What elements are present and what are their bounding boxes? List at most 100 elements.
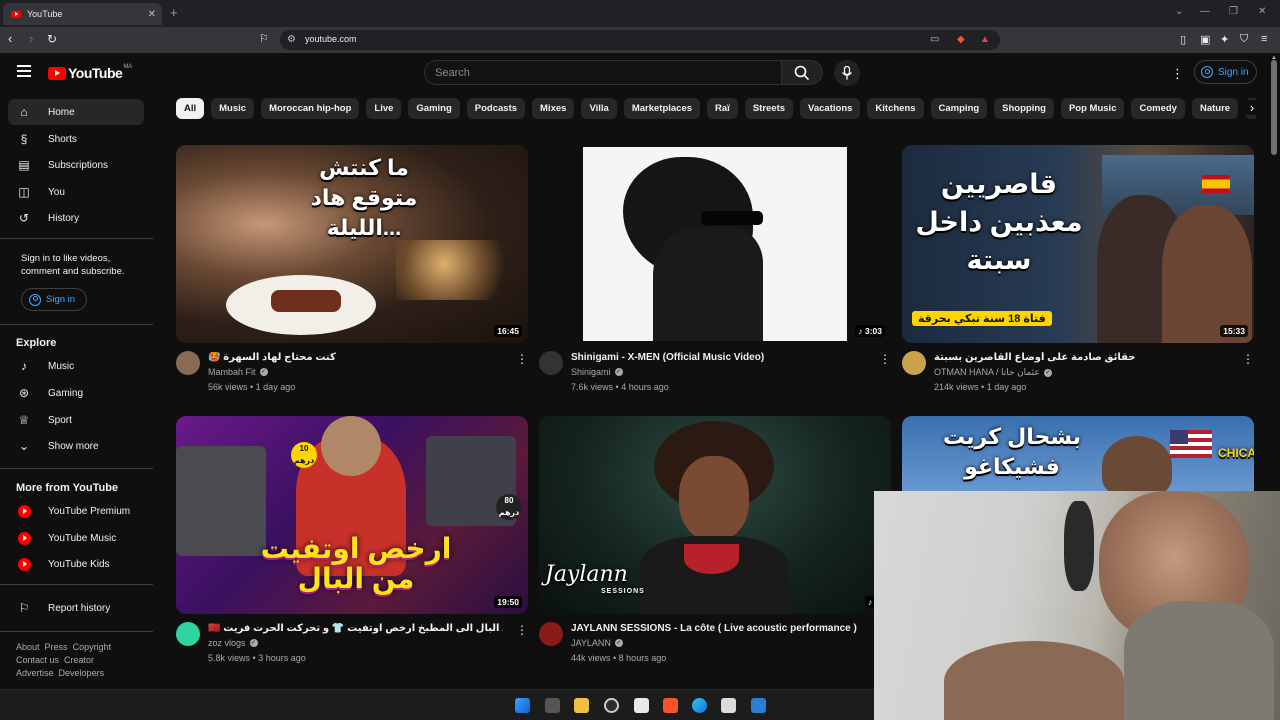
minimize-button[interactable]: — [1200, 6, 1210, 17]
video-menu-icon[interactable]: ⋮ [879, 352, 891, 366]
footer-link-copyright[interactable]: Copyright [73, 642, 112, 652]
sidebar-item-music[interactable]: ♪ Music [8, 353, 144, 379]
video-thumbnail[interactable]: ♪ 3:03 [539, 145, 891, 343]
close-window-button[interactable]: ✕ [1258, 6, 1266, 17]
wallet-icon[interactable]: ▣ [1200, 33, 1210, 46]
chip-comedy[interactable]: Comedy [1131, 98, 1185, 119]
search-button[interactable] [781, 60, 823, 85]
tab-search-icon[interactable]: ⌄ [1175, 6, 1183, 17]
mail-icon[interactable] [751, 698, 766, 713]
channel-name[interactable]: Mambah Fit ✓ [208, 367, 268, 377]
avatar[interactable] [902, 351, 926, 375]
chip-streets[interactable]: Streets [744, 98, 794, 119]
search-box[interactable] [424, 60, 782, 85]
chip-camping[interactable]: Camping [930, 98, 988, 119]
chip-kitchens[interactable]: Kitchens [867, 98, 924, 119]
channel-name[interactable]: zoz vlogs ✓ [208, 638, 258, 648]
sidebar-item-subscriptions[interactable]: ▤ Subscriptions [8, 152, 144, 178]
avatar[interactable] [176, 622, 200, 646]
menu-icon[interactable] [17, 65, 31, 77]
obs-icon[interactable] [604, 698, 619, 713]
sign-in-button[interactable]: Sign in [1194, 60, 1257, 84]
sidebar-item-home[interactable]: ⌂ Home [8, 99, 144, 125]
new-tab-button[interactable]: + [170, 5, 178, 20]
voice-search-button[interactable] [834, 60, 860, 86]
sidebar-item-shorts[interactable]: § Shorts [8, 126, 144, 152]
sidebar-item-sport[interactable]: ♕ Sport [8, 407, 144, 433]
leo-ai-icon[interactable]: ✦ [1220, 33, 1229, 46]
footer-link-advertise[interactable]: Advertise [16, 668, 54, 678]
chip-music[interactable]: Music [211, 98, 255, 119]
sidebar-item-youtube-kids[interactable]: YouTube Kids [8, 551, 144, 577]
video-thumbnail[interactable]: ما كنتش متوقع هاد الليلة... 16:45 [176, 145, 528, 343]
channel-name[interactable]: JAYLANN ✓ [571, 638, 623, 648]
video-menu-icon[interactable]: ⋮ [1242, 352, 1254, 366]
search-input[interactable] [425, 61, 781, 84]
settings-kebab-icon[interactable]: ⋮ [1171, 66, 1184, 82]
sidebar-item-history[interactable]: ↺ History [8, 205, 144, 231]
reload-icon[interactable]: ↻ [47, 32, 57, 46]
video-menu-icon[interactable]: ⋮ [516, 623, 528, 637]
brave-browser-icon[interactable] [663, 698, 678, 713]
chip-mixes[interactable]: Mixes [532, 98, 575, 119]
sidebar-item-youtube-music[interactable]: YouTube Music [8, 525, 144, 551]
sidebar-sign-in-button[interactable]: Sign in [21, 288, 87, 311]
chip-pop-music[interactable]: Pop Music [1060, 98, 1125, 119]
channel-name[interactable]: OTMAN HANA / عثمان حانا ✓ [934, 367, 1052, 378]
site-info-icon[interactable]: ⚙ [287, 34, 296, 45]
task-view-icon[interactable] [545, 698, 560, 713]
chip-moroccan-hip-hop[interactable]: Moroccan hip-hop [261, 98, 360, 119]
chevron-right-icon[interactable]: › [1244, 100, 1260, 115]
sidebar-item-gaming[interactable]: ⊛ Gaming [8, 380, 144, 406]
sidebar-item-you[interactable]: ◫ You [8, 179, 144, 205]
windows-start-icon[interactable] [515, 698, 530, 713]
edge-browser-icon[interactable] [692, 698, 707, 713]
browser-tab[interactable]: YouTube ✕ [3, 3, 162, 25]
chip-villa[interactable]: Villa [581, 98, 617, 119]
chip-gaming[interactable]: Gaming [408, 98, 460, 119]
video-thumbnail[interactable]: قاصريين معذبين داخل سبتة فتاة 18 سنة تبك… [902, 145, 1254, 343]
chip-shopping[interactable]: Shopping [994, 98, 1054, 119]
brave-rewards-icon[interactable]: ▲ [980, 34, 990, 45]
video-title[interactable]: JAYLANN SESSIONS - La côte ( Live acoust… [571, 623, 866, 634]
video-thumbnail[interactable]: Jaylann SESSIONS ♪ 3: [539, 416, 891, 614]
footer-link-developers[interactable]: Developers [59, 668, 105, 678]
avatar[interactable] [539, 622, 563, 646]
chip-vacations[interactable]: Vacations [800, 98, 861, 119]
chip-rai[interactable]: Raï [707, 98, 738, 119]
chip-live[interactable]: Live [366, 98, 402, 119]
maximize-button[interactable]: ❐ [1229, 6, 1238, 17]
bookmark-icon[interactable]: ⚐ [259, 32, 269, 46]
chip-marketplaces[interactable]: Marketplaces [623, 98, 701, 119]
microsoft-store-icon[interactable] [721, 698, 736, 713]
video-title[interactable]: حقائق صادمة على أوضاع القاصرين بسبتة [934, 352, 1234, 363]
channel-name[interactable]: Shinigami ✓ [571, 367, 623, 377]
footer-link-creator[interactable]: Creator [64, 655, 94, 665]
footer-link-contact[interactable]: Contact us [16, 655, 59, 665]
cast-icon[interactable]: ▭ [930, 34, 939, 45]
video-thumbnail[interactable]: 10 درهم 80 درهم ارخص اوتفيت من البال 19:… [176, 416, 528, 614]
vpn-icon[interactable]: ⛉ [1240, 33, 1248, 46]
close-tab-icon[interactable]: ✕ [148, 9, 156, 20]
video-title[interactable]: 🥵 كنت محتاج لهاد السهرة [208, 352, 503, 363]
chip-all[interactable]: All [176, 98, 205, 119]
browser-menu-icon[interactable]: ≡ [1261, 33, 1267, 45]
scrollbar-thumb[interactable] [1271, 60, 1277, 155]
brave-shields-icon[interactable]: ◆ [957, 34, 965, 45]
footer-link-press[interactable]: Press [45, 642, 68, 652]
video-title[interactable]: 🇲🇦 من سوق البال الى المطبخ ارخص اوتفيت 👕… [208, 623, 503, 634]
chip-podcasts[interactable]: Podcasts [466, 98, 526, 119]
video-title[interactable]: Shinigami - X-MEN (Official Music Video) [571, 352, 866, 363]
sidebar-item-report-history[interactable]: ⚐ Report history [8, 595, 144, 621]
avatar[interactable] [539, 351, 563, 375]
youtube-logo[interactable]: YouTube MA [48, 64, 132, 81]
chip-nature[interactable]: Nature [1191, 98, 1239, 119]
sidebar-item-show-more[interactable]: ⌄ Show more [8, 433, 144, 459]
forward-icon[interactable]: › [29, 32, 33, 46]
back-icon[interactable]: ‹ [8, 32, 12, 46]
footer-link-about[interactable]: About [16, 642, 40, 652]
sidebar-toggle-icon[interactable]: ▯ [1180, 33, 1186, 46]
sidebar-item-youtube-premium[interactable]: YouTube Premium [8, 498, 144, 524]
address-bar[interactable]: ⚙ youtube.com ▭ ◆ ▲ [280, 30, 1000, 50]
notes-icon[interactable] [634, 698, 649, 713]
